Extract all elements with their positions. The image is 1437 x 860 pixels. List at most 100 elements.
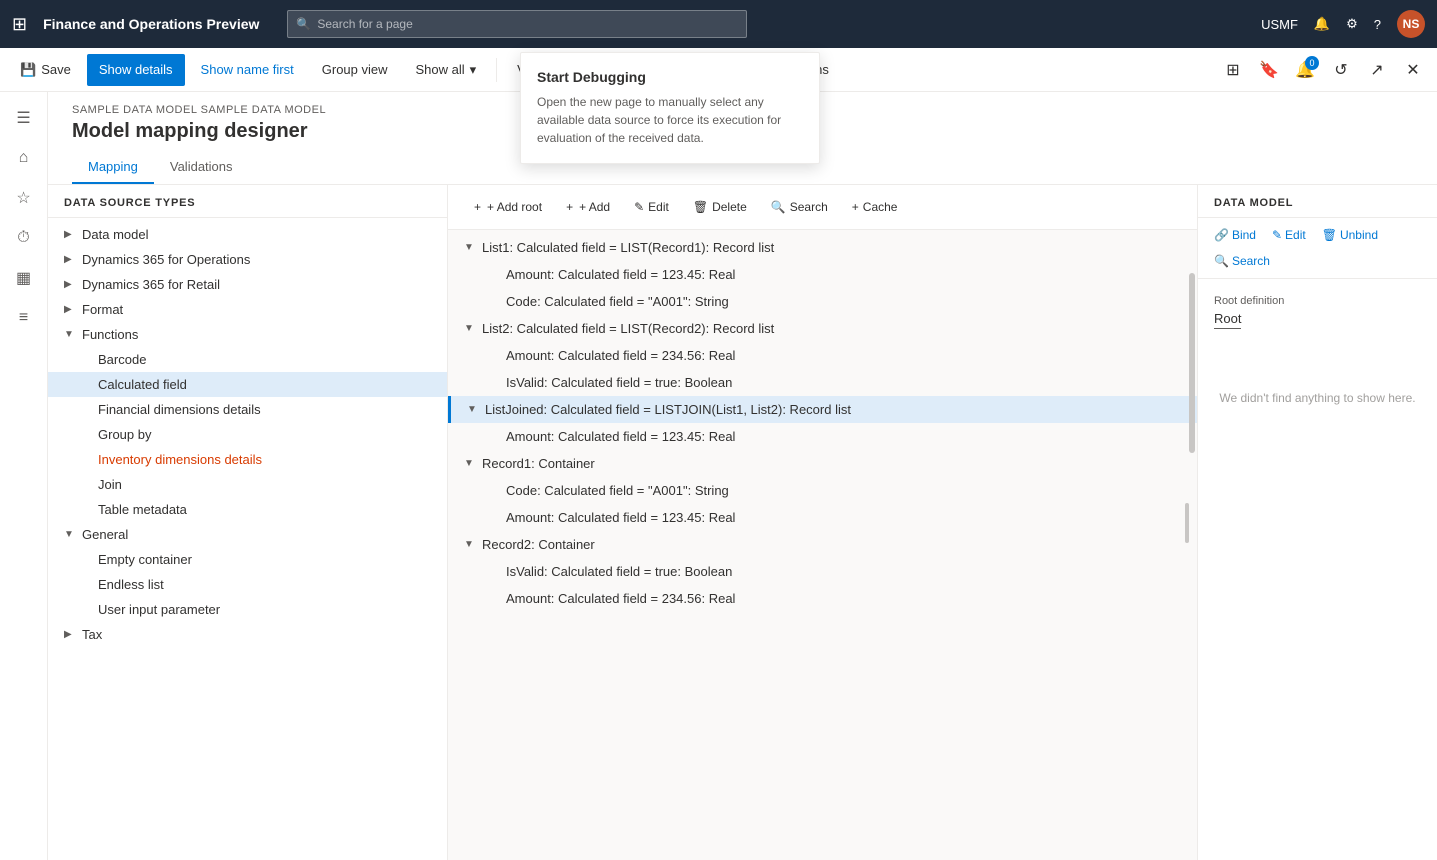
nav-star-icon[interactable]: ☆ <box>6 180 42 216</box>
ds-record1[interactable]: ▼ Record1: Container <box>448 450 1197 477</box>
bind-button[interactable]: 🔗 Bind <box>1210 226 1260 244</box>
toggle-icon: ▶ <box>64 629 78 640</box>
nav-table-icon[interactable]: ▦ <box>6 260 42 296</box>
search-button[interactable]: 🔍 Search <box>761 193 838 221</box>
tree-item-format[interactable]: ▶ Format <box>48 297 447 322</box>
toggle-icon: ▼ <box>464 458 478 469</box>
show-all-button[interactable]: Show all ▾ <box>404 54 489 86</box>
toggle-icon: ▶ <box>64 304 78 315</box>
ds-list1[interactable]: ▼ List1: Calculated field = LIST(Record1… <box>448 234 1197 261</box>
tab-mapping[interactable]: Mapping <box>72 151 154 184</box>
ds-item-label: ListJoined: Calculated field = LISTJOIN(… <box>485 402 1181 417</box>
ds-record1-amount[interactable]: Amount: Calculated field = 123.45: Real <box>448 504 1197 531</box>
tree-item-user-input[interactable]: User input parameter <box>48 597 447 622</box>
ds-listjoined-amount[interactable]: Amount: Calculated field = 123.45: Real <box>448 423 1197 450</box>
ds-list2[interactable]: ▼ List2: Calculated field = LIST(Record2… <box>448 315 1197 342</box>
help-icon[interactable]: ? <box>1374 17 1381 32</box>
add-icon: + <box>566 200 573 214</box>
unbind-button[interactable]: 🗑 Unbind <box>1318 226 1382 244</box>
search-placeholder: Search for a page <box>317 17 412 31</box>
add-root-icon: + <box>474 200 481 214</box>
refresh-icon[interactable]: ↺ <box>1325 54 1357 86</box>
ds-item-label: Record1: Container <box>482 456 1181 471</box>
toggle-icon: ▼ <box>467 404 481 415</box>
ds-list2-isvalid[interactable]: IsValid: Calculated field = true: Boolea… <box>448 369 1197 396</box>
tree-label: Inventory dimensions details <box>98 452 439 467</box>
add-button[interactable]: + + Add <box>556 193 620 221</box>
nav-hamburger[interactable]: ☰ <box>6 100 42 136</box>
left-rail: ☰ ⌂ ☆ ⏱ ▦ ≡ <box>0 92 48 860</box>
tree-label: Group by <box>98 427 439 442</box>
nav-list-icon[interactable]: ≡ <box>6 300 42 336</box>
toggle-icon: ▼ <box>464 242 478 253</box>
resize-handle[interactable] <box>1185 503 1189 543</box>
notifications-icon[interactable]: 🔔 0 <box>1289 54 1321 86</box>
global-search[interactable]: 🔍 Search for a page <box>287 10 747 38</box>
edit-button[interactable]: ✎ Edit <box>624 193 679 221</box>
tree-item-inventory-dim[interactable]: Inventory dimensions details <box>48 447 447 472</box>
cache-button[interactable]: + Cache <box>842 193 908 221</box>
ds-listjoined[interactable]: ▼ ListJoined: Calculated field = LISTJOI… <box>448 396 1197 423</box>
ds-record2-amount[interactable]: Amount: Calculated field = 234.56: Real <box>448 585 1197 612</box>
toggle-icon: ▼ <box>464 539 478 550</box>
app-title: Finance and Operations Preview <box>43 16 259 32</box>
tree-item-group-by[interactable]: Group by <box>48 422 447 447</box>
tree-label: Endless list <box>98 577 439 592</box>
cache-icon: + <box>852 200 859 214</box>
tree-label: Dynamics 365 for Operations <box>82 252 439 267</box>
open-in-new-icon[interactable]: ↗ <box>1361 54 1393 86</box>
tree-item-empty-container[interactable]: Empty container <box>48 547 447 572</box>
tree-item-table-meta[interactable]: Table metadata <box>48 497 447 522</box>
ds-list1-amount[interactable]: Amount: Calculated field = 123.45: Real <box>448 261 1197 288</box>
left-panel-header: DATA SOURCE TYPES <box>48 185 447 218</box>
ds-record2-isvalid[interactable]: IsValid: Calculated field = true: Boolea… <box>448 558 1197 585</box>
tree-item-join[interactable]: Join <box>48 472 447 497</box>
rp-edit-button[interactable]: ✎ Edit <box>1268 226 1310 244</box>
right-panel: DATA MODEL 🔗 Bind ✎ Edit 🗑 Unbind <box>1197 185 1437 860</box>
ds-item-label: IsValid: Calculated field = true: Boolea… <box>506 564 1181 579</box>
tree-item-d365-retail[interactable]: ▶ Dynamics 365 for Retail <box>48 272 447 297</box>
tree-item-general[interactable]: ▼ General <box>48 522 447 547</box>
toggle-icon: ▶ <box>64 254 78 265</box>
tree-item-data-model[interactable]: ▶ Data model <box>48 222 447 247</box>
save-button[interactable]: 💾 Save <box>8 54 83 86</box>
close-icon[interactable]: ✕ <box>1397 54 1429 86</box>
show-name-first-button[interactable]: Show name first <box>189 54 306 86</box>
rp-search-button[interactable]: 🔍 Search <box>1210 252 1274 270</box>
save-icon: 💾 <box>20 62 36 78</box>
nav-home-icon[interactable]: ⌂ <box>6 140 42 176</box>
grid-icon[interactable]: ⊞ <box>12 14 27 35</box>
show-details-button[interactable]: Show details <box>87 54 185 86</box>
ds-record2[interactable]: ▼ Record2: Container <box>448 531 1197 558</box>
delete-button[interactable]: 🗑 Delete <box>683 193 757 221</box>
ds-item-label: Code: Calculated field = "A001": String <box>506 294 1181 309</box>
ds-list1-code[interactable]: Code: Calculated field = "A001": String <box>448 288 1197 315</box>
ds-list2-amount[interactable]: Amount: Calculated field = 234.56: Real <box>448 342 1197 369</box>
content-area: SAMPLE DATA MODEL SAMPLE DATA MODEL Mode… <box>48 92 1437 860</box>
connectivity-icon[interactable]: ⊞ <box>1217 54 1249 86</box>
ds-record1-code[interactable]: Code: Calculated field = "A001": String <box>448 477 1197 504</box>
tree-item-calculated-field[interactable]: Calculated field <box>48 372 447 397</box>
tree-item-endless-list[interactable]: Endless list <box>48 572 447 597</box>
bookmark-icon[interactable]: 🔖 <box>1253 54 1285 86</box>
user-avatar[interactable]: NS <box>1397 10 1425 38</box>
toggle-icon: ▼ <box>464 323 478 334</box>
add-root-button[interactable]: + + Add root <box>464 193 552 221</box>
bell-icon[interactable]: 🔔 <box>1314 16 1330 32</box>
scrollbar[interactable] <box>1189 265 1195 860</box>
tree-item-functions[interactable]: ▼ Functions <box>48 322 447 347</box>
tree-item-tax[interactable]: ▶ Tax <box>48 622 447 647</box>
toggle-icon: ▶ <box>64 229 78 240</box>
nav-recent-icon[interactable]: ⏱ <box>6 220 42 256</box>
ds-item-label: Amount: Calculated field = 123.45: Real <box>506 510 1181 525</box>
tree-label: Financial dimensions details <box>98 402 439 417</box>
settings-icon[interactable]: ⚙ <box>1346 16 1358 32</box>
tree-item-financial-dim[interactable]: Financial dimensions details <box>48 397 447 422</box>
ds-toolbar: + + Add root + + Add ✎ Edit 🗑 Delete <box>448 185 1197 230</box>
tree-item-d365-operations[interactable]: ▶ Dynamics 365 for Operations <box>48 247 447 272</box>
tree-label: User input parameter <box>98 602 439 617</box>
group-view-button[interactable]: Group view <box>310 54 400 86</box>
ds-item-label: List2: Calculated field = LIST(Record2):… <box>482 321 1181 336</box>
tab-validations[interactable]: Validations <box>154 151 249 184</box>
tree-item-barcode[interactable]: Barcode <box>48 347 447 372</box>
